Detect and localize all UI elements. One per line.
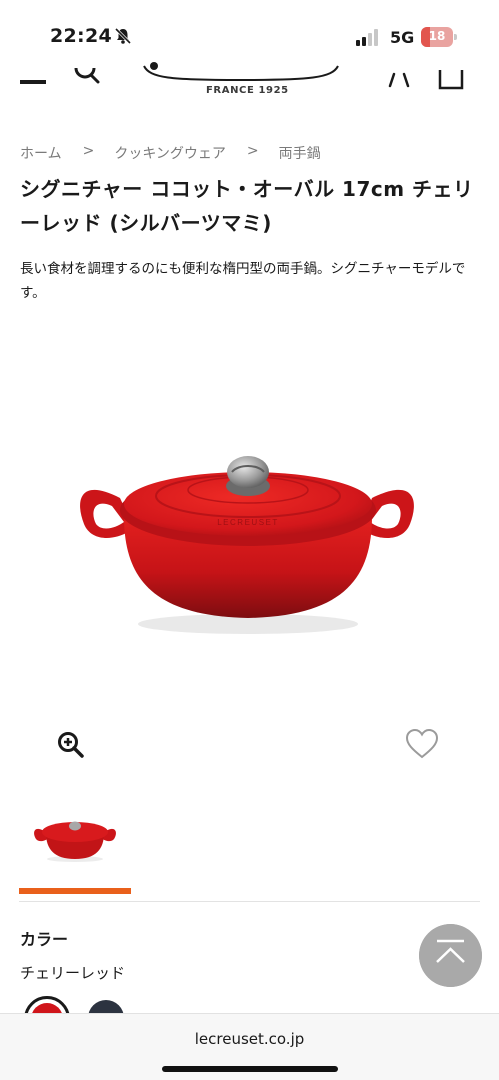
breadcrumb-separator: > (82, 143, 95, 159)
divider (19, 901, 480, 902)
breadcrumb-separator: > (246, 143, 259, 159)
product-title: シグニチャー ココット・オーバル 17cm チェリーレッド (シルバーツマミ) (20, 177, 474, 235)
status-time: 22:24 (50, 25, 112, 47)
status-bar: 22:24 5G 18 (0, 0, 499, 60)
menu-icon[interactable] (20, 80, 46, 84)
account-icon[interactable] (386, 68, 412, 88)
scroll-top-button[interactable] (419, 924, 482, 987)
network-label: 5G (390, 28, 415, 47)
zoom-icon[interactable] (56, 730, 86, 760)
search-icon[interactable] (74, 66, 100, 86)
color-heading: カラー (20, 930, 69, 949)
breadcrumb: ホーム > クッキングウェア > 両手鍋 (20, 143, 321, 163)
product-image[interactable]: LECREUSET (72, 428, 422, 638)
signal-icon (356, 29, 378, 46)
browser-url-bar[interactable]: lecreuset.co.jp (0, 1013, 499, 1080)
breadcrumb-casserole[interactable]: 両手鍋 (279, 143, 321, 163)
product-description: 長い食材を調理するのにも便利な楕円型の両手鍋。シグニチャーモデルです。 (20, 261, 466, 301)
gallery-active-indicator (19, 888, 131, 894)
bell-muted-icon (114, 27, 132, 45)
logo-tagline: FRANCE 1925 (206, 85, 289, 96)
url-text[interactable]: lecreuset.co.jp (0, 1030, 499, 1048)
site-header: FRANCE 1925 (0, 60, 499, 102)
heart-icon[interactable] (404, 728, 440, 760)
brand-logo[interactable] (140, 60, 342, 84)
cart-icon[interactable] (438, 66, 464, 90)
breadcrumb-cookware[interactable]: クッキングウェア (114, 143, 226, 163)
product-image-brand: LECREUSET (217, 518, 279, 527)
breadcrumb-home[interactable]: ホーム (20, 143, 62, 163)
gallery-thumbnail[interactable] (30, 809, 120, 865)
battery-percent: 18 (428, 29, 446, 43)
home-indicator (162, 1066, 338, 1072)
selected-color-name: チェリーレッド (20, 964, 126, 982)
battery-icon: 18 (421, 27, 457, 47)
